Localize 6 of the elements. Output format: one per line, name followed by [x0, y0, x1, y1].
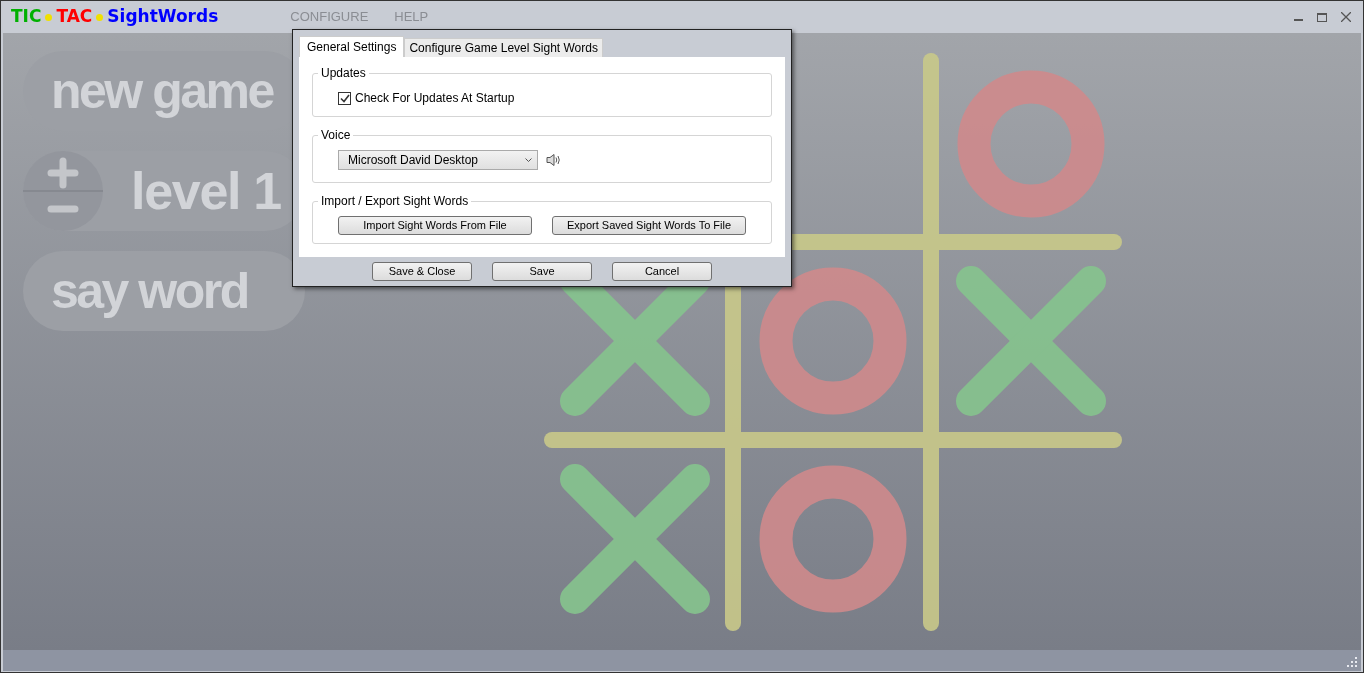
logo-text: SightWords	[107, 5, 219, 29]
group-title: Updates	[318, 65, 369, 81]
group-title: Import / Export Sight Words	[318, 193, 472, 209]
logo-text: TIC	[11, 5, 42, 29]
logo-text: TAC	[56, 5, 93, 29]
checkbox-label: Check For Updates At Startup	[355, 90, 515, 107]
